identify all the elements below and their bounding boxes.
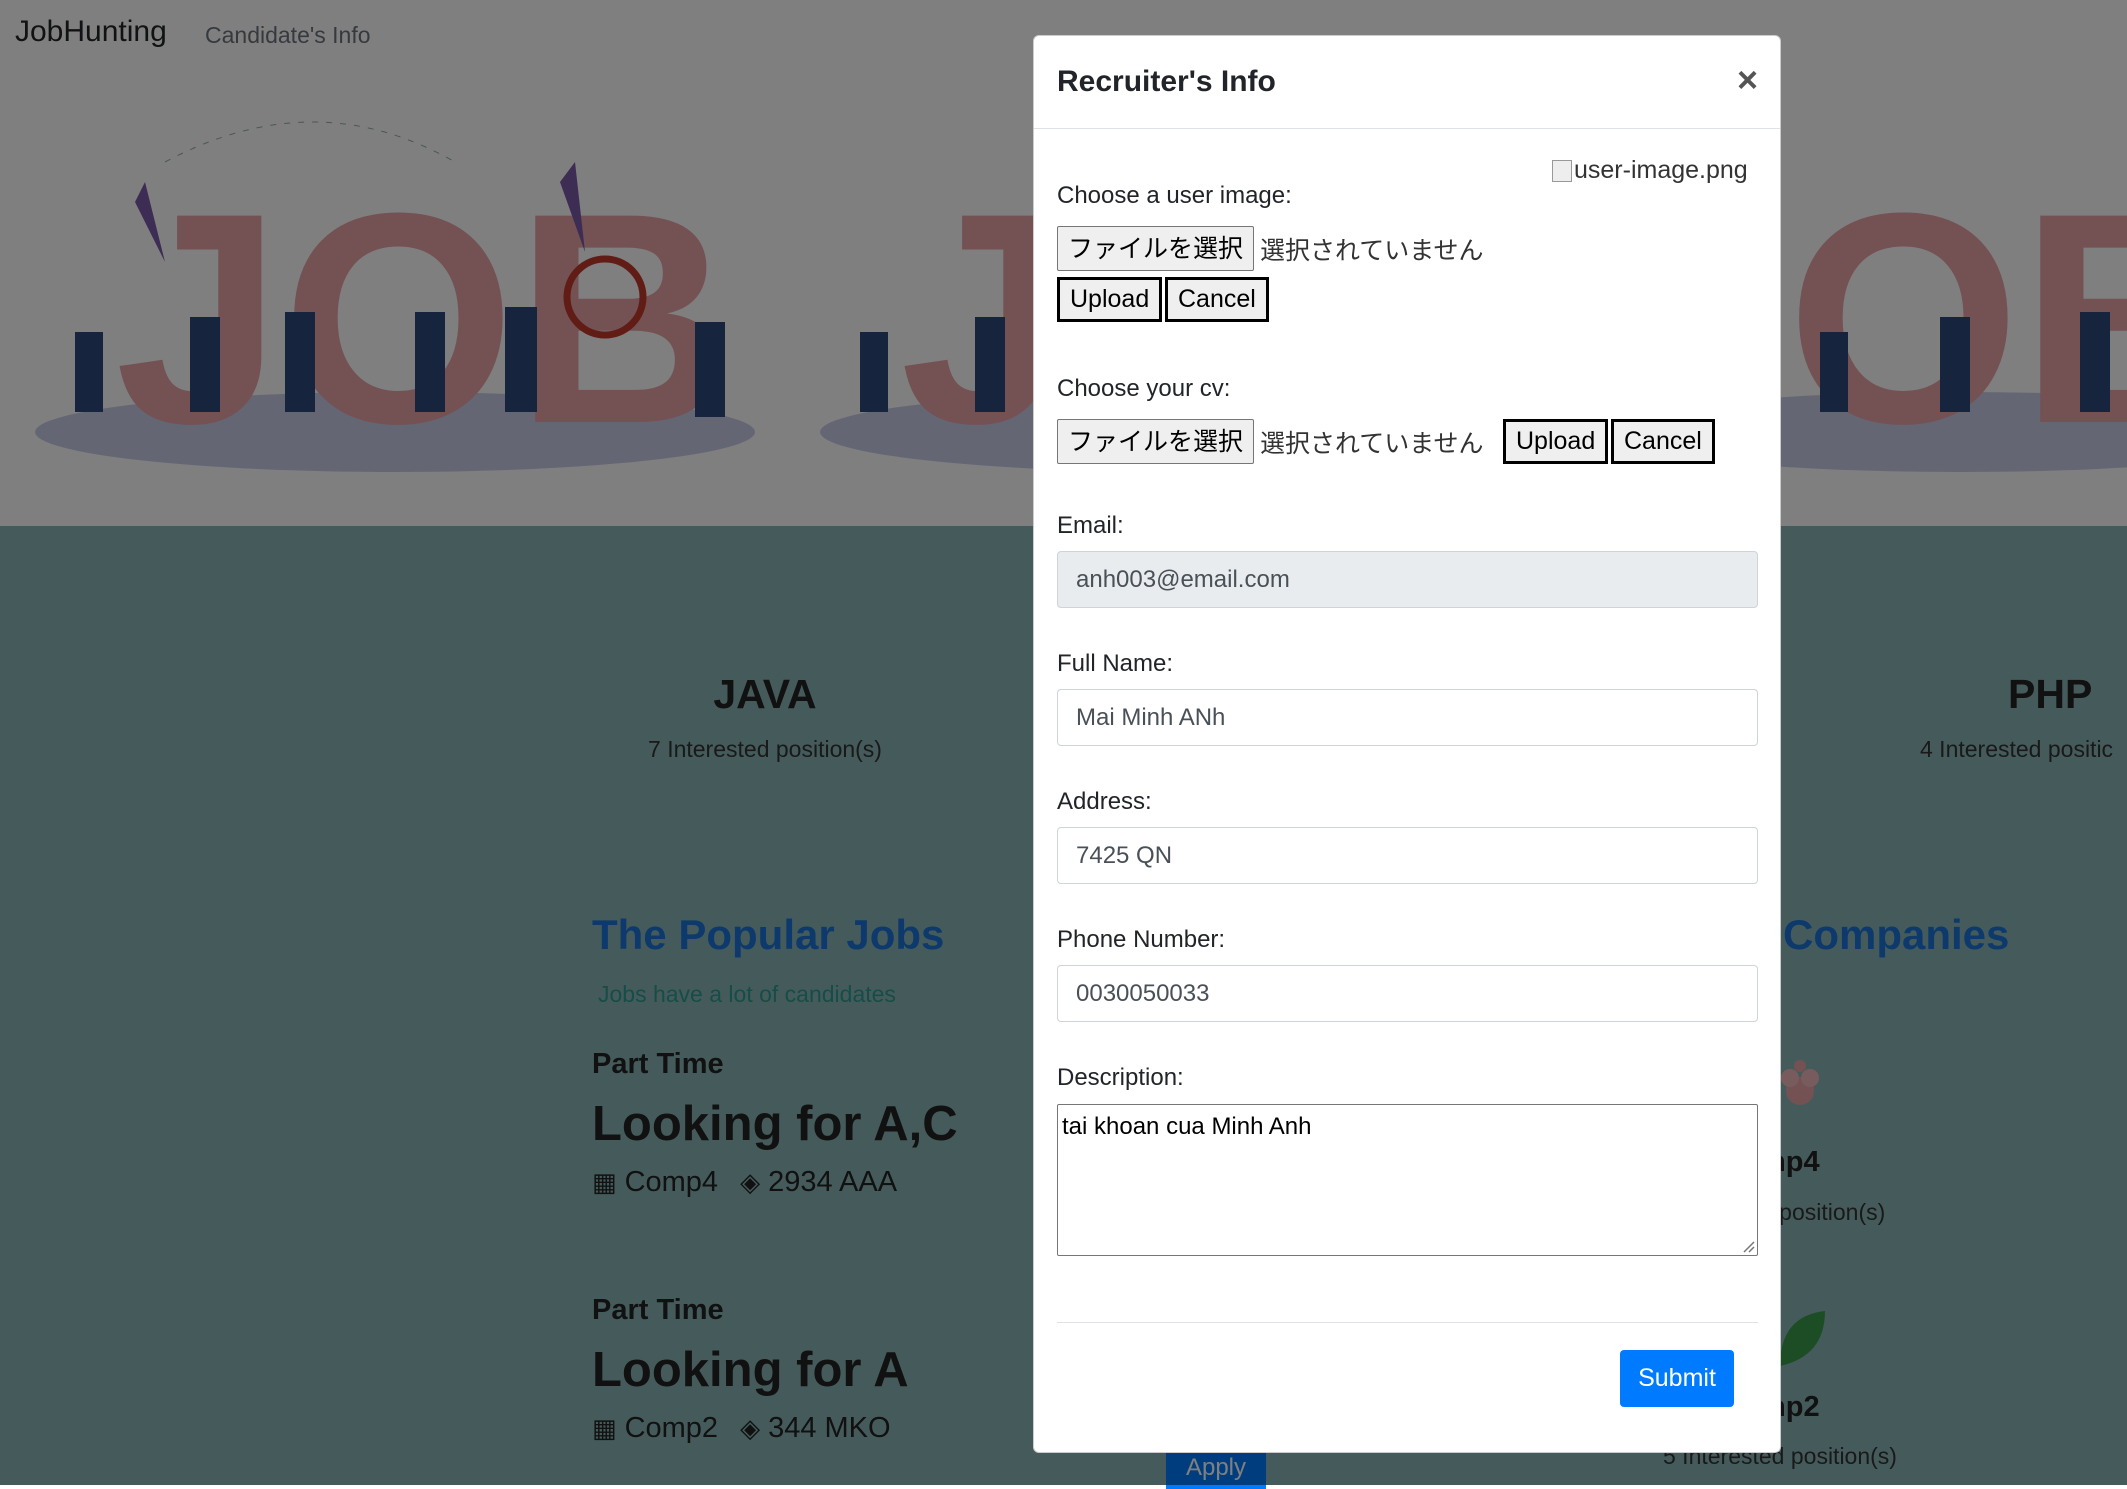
modal-footer-divider <box>1057 1322 1758 1323</box>
modal-header: Recruiter's Info × <box>1034 36 1780 129</box>
address-label: Address: <box>1057 788 1152 815</box>
cv-cancel-button[interactable]: Cancel <box>1611 419 1715 464</box>
description-label: Description: <box>1057 1064 1184 1091</box>
resize-handle-icon[interactable] <box>1741 1239 1755 1253</box>
modal-title: Recruiter's Info <box>1057 65 1276 98</box>
description-text: tai khoan cua Minh Anh <box>1062 1113 1312 1140</box>
user-image: user-image.png <box>1552 156 1748 185</box>
user-image-label: Choose a user image: <box>1057 182 1292 209</box>
description-textarea[interactable]: tai khoan cua Minh Anh <box>1057 1104 1758 1256</box>
file-status: 選択されていません <box>1260 235 1484 265</box>
submit-button[interactable]: Submit <box>1620 1350 1734 1407</box>
user-image-alt: user-image.png <box>1574 156 1748 184</box>
email-field[interactable]: anh003@email.com <box>1057 551 1758 608</box>
choose-file-button[interactable]: ファイルを選択 <box>1057 226 1255 271</box>
cv-upload-button[interactable]: Upload <box>1503 419 1609 464</box>
fullname-label: Full Name: <box>1057 650 1174 677</box>
address-field[interactable]: 7425 QN <box>1057 827 1758 884</box>
recruiter-info-modal: Recruiter's Info × user-image.png Choose… <box>1033 35 1781 1453</box>
file-status: 選択されていません <box>1260 428 1484 458</box>
user-image-upload-button[interactable]: Upload <box>1057 277 1163 322</box>
user-image-cancel-button[interactable]: Cancel <box>1165 277 1269 322</box>
cv-file-input[interactable]: ファイルを選択 選択されていません <box>1057 419 1484 464</box>
user-image-file-input[interactable]: ファイルを選択 選択されていません <box>1057 226 1484 271</box>
fullname-field[interactable]: Mai Minh ANh <box>1057 689 1758 746</box>
choose-file-button[interactable]: ファイルを選択 <box>1057 419 1255 464</box>
phone-label: Phone Number: <box>1057 926 1226 953</box>
email-label: Email: <box>1057 512 1124 539</box>
broken-image-icon <box>1552 159 1572 182</box>
phone-field[interactable]: 0030050033 <box>1057 965 1758 1022</box>
cv-label: Choose your cv: <box>1057 375 1231 402</box>
close-button[interactable]: × <box>1737 62 1758 98</box>
